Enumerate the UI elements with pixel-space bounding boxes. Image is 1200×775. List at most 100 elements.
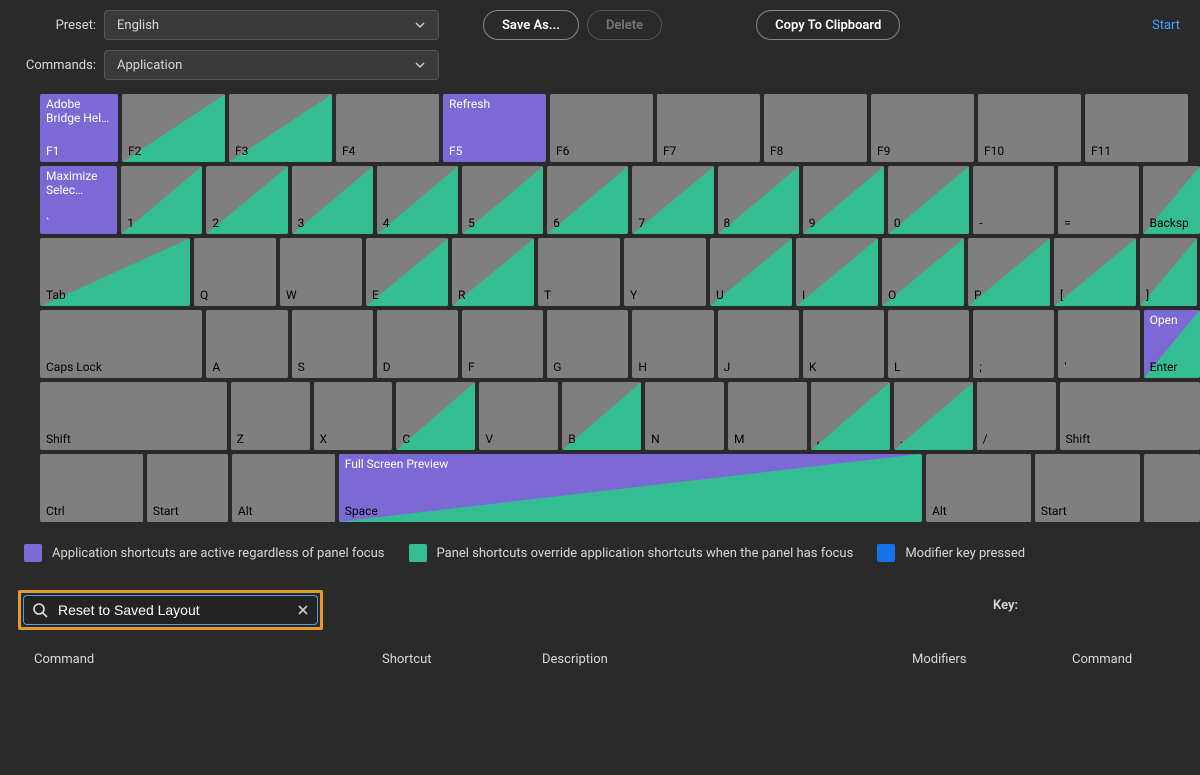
key-f11[interactable]: F11: [1085, 94, 1188, 162]
key-s[interactable]: S: [292, 310, 373, 378]
key-f3[interactable]: F3: [229, 94, 332, 162]
key-f[interactable]: F: [462, 310, 543, 378]
key-f9[interactable]: F9: [871, 94, 974, 162]
key-[interactable]: ,: [811, 382, 890, 450]
key-f10[interactable]: F10: [978, 94, 1081, 162]
key-v[interactable]: V: [479, 382, 558, 450]
key-1[interactable]: 1: [121, 166, 202, 234]
key-h[interactable]: H: [632, 310, 713, 378]
key-p[interactable]: P: [968, 238, 1050, 306]
key-start[interactable]: Start: [1035, 454, 1140, 522]
key-z[interactable]: Z: [231, 382, 310, 450]
key-label: Q: [200, 288, 208, 302]
legend: Application shortcuts are active regardl…: [0, 522, 1200, 570]
delete-button[interactable]: Delete: [587, 10, 662, 40]
col-shortcut[interactable]: Shortcut: [382, 652, 542, 667]
key-3[interactable]: 3: [292, 166, 373, 234]
key-label: 5: [468, 216, 475, 230]
copy-clipboard-button[interactable]: Copy To Clipboard: [756, 10, 900, 40]
key-tab[interactable]: Tab: [40, 238, 190, 306]
key-capslock[interactable]: Caps Lock: [40, 310, 202, 378]
key-backsp[interactable]: Backsp: [1143, 166, 1199, 234]
key-label: A: [212, 360, 220, 374]
clear-icon[interactable]: [297, 604, 309, 616]
key-8[interactable]: 8: [718, 166, 799, 234]
key-[interactable]: ;: [973, 310, 1054, 378]
col-command2[interactable]: Command: [1072, 652, 1132, 667]
key-space[interactable]: Full Screen PreviewSpace: [339, 454, 922, 522]
col-modifiers[interactable]: Modifiers: [912, 652, 1072, 667]
key-shift[interactable]: Shift: [1060, 382, 1200, 450]
key-j[interactable]: J: [718, 310, 799, 378]
search-field[interactable]: [23, 595, 318, 625]
key-f1[interactable]: Adobe Bridge Hel…F1: [40, 94, 118, 162]
key-[interactable]: ': [1058, 310, 1139, 378]
key-g[interactable]: G: [547, 310, 628, 378]
key-label: .: [900, 432, 903, 446]
key-9[interactable]: 9: [803, 166, 884, 234]
key-q[interactable]: Q: [194, 238, 276, 306]
commands-select[interactable]: Application: [104, 50, 439, 80]
key-w[interactable]: W: [280, 238, 362, 306]
key-label: I: [802, 288, 805, 302]
preset-select[interactable]: English: [104, 10, 439, 40]
commands-label: Commands:: [18, 58, 96, 73]
start-link[interactable]: Start: [1152, 18, 1182, 33]
key-label: Ctrl: [46, 504, 65, 518]
key-x[interactable]: X: [314, 382, 393, 450]
save-as-button[interactable]: Save As...: [483, 10, 579, 40]
key-d[interactable]: D: [377, 310, 458, 378]
key-label: 4: [383, 216, 390, 230]
key-o[interactable]: O: [882, 238, 964, 306]
key-start[interactable]: Start: [147, 454, 228, 522]
key-alt[interactable]: Alt: [926, 454, 1031, 522]
key-f2[interactable]: F2: [122, 94, 225, 162]
key-f6[interactable]: F6: [550, 94, 653, 162]
col-command[interactable]: Command: [34, 652, 382, 667]
key-label: N: [651, 432, 660, 446]
key-m[interactable]: M: [728, 382, 807, 450]
key-u[interactable]: U: [710, 238, 792, 306]
key-[interactable]: =: [1058, 166, 1139, 234]
key-[interactable]: -: [973, 166, 1054, 234]
key-6[interactable]: 6: [547, 166, 628, 234]
key-label: F5: [449, 144, 462, 158]
key-[interactable]: /: [977, 382, 1056, 450]
key-n[interactable]: N: [645, 382, 724, 450]
key-0[interactable]: 0: [888, 166, 969, 234]
key-label: Tab: [46, 288, 66, 302]
key-shift[interactable]: Shift: [40, 382, 227, 450]
key-5[interactable]: 5: [462, 166, 543, 234]
key-r[interactable]: R: [452, 238, 534, 306]
key-label: Key:: [993, 598, 1018, 613]
key-label: Alt: [932, 504, 947, 518]
key-a[interactable]: A: [206, 310, 287, 378]
key-label: P: [974, 288, 982, 302]
key-label: Alt: [238, 504, 253, 518]
key-[interactable]: ]: [1140, 238, 1197, 306]
key-b[interactable]: B: [562, 382, 641, 450]
search-input[interactable]: [56, 601, 289, 619]
key-l[interactable]: L: [888, 310, 969, 378]
key-4[interactable]: 4: [377, 166, 458, 234]
key-f4[interactable]: F4: [336, 94, 439, 162]
key-2[interactable]: 2: [206, 166, 287, 234]
key-t[interactable]: T: [538, 238, 620, 306]
key-[interactable]: .: [894, 382, 973, 450]
key-f7[interactable]: F7: [657, 94, 760, 162]
key-y[interactable]: Y: [624, 238, 706, 306]
key-k[interactable]: K: [803, 310, 884, 378]
key-[interactable]: Maximize Selec…`: [40, 166, 117, 234]
key-c[interactable]: C: [396, 382, 475, 450]
key-alt[interactable]: Alt: [232, 454, 335, 522]
key-enter[interactable]: OpenEnter: [1144, 310, 1200, 378]
key-[interactable]: [: [1054, 238, 1136, 306]
key-f8[interactable]: F8: [764, 94, 867, 162]
key-ctrl[interactable]: Ctrl: [40, 454, 143, 522]
key-e[interactable]: E: [366, 238, 448, 306]
key-7[interactable]: 7: [632, 166, 713, 234]
key-f5[interactable]: RefreshF5: [443, 94, 546, 162]
key-i[interactable]: I: [796, 238, 878, 306]
col-description[interactable]: Description: [542, 652, 912, 667]
key-blank[interactable]: [1144, 454, 1200, 522]
